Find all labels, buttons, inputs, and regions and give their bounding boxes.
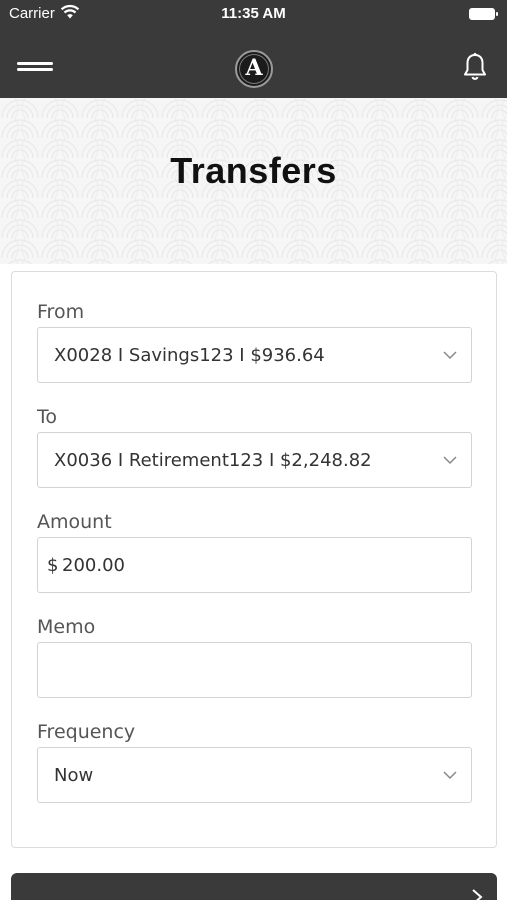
from-label: From	[37, 301, 85, 323]
frequency-value: Now	[54, 765, 94, 786]
currency-symbol: $	[47, 555, 59, 576]
status-bar: Carrier 11:35 AM	[0, 0, 507, 30]
page-title: Transfers	[170, 150, 337, 191]
from-account-value: X0028 I Savings123 I $936.64	[54, 345, 325, 366]
battery-icon	[469, 8, 498, 20]
frequency-select[interactable]: Now	[37, 747, 472, 803]
transfer-action-button[interactable]	[11, 873, 497, 900]
amount-value: 200.00	[62, 555, 125, 576]
frequency-label: Frequency	[37, 721, 136, 743]
chevron-down-icon	[443, 456, 457, 465]
from-account-select[interactable]: X0028 I Savings123 I $936.64	[37, 327, 472, 383]
chevron-down-icon	[443, 771, 457, 780]
chevron-down-icon	[443, 351, 457, 360]
page-header-banner: Transfers	[0, 98, 507, 264]
memo-label: Memo	[37, 616, 96, 638]
bell-icon[interactable]	[462, 52, 488, 82]
chevron-right-icon	[472, 889, 483, 900]
navigation-bar: A	[0, 30, 507, 98]
memo-input[interactable]	[37, 642, 472, 698]
to-account-select[interactable]: X0036 I Retirement123 I $2,248.82	[37, 432, 472, 488]
status-time: 11:35 AM	[221, 5, 286, 22]
amount-label: Amount	[37, 511, 112, 533]
to-label: To	[37, 406, 58, 428]
amount-input[interactable]: $ 200.00	[37, 537, 472, 593]
transfer-form-card: From X0028 I Savings123 I $936.64 To X00…	[11, 271, 497, 848]
hamburger-menu-icon[interactable]	[17, 60, 53, 72]
to-account-value: X0036 I Retirement123 I $2,248.82	[54, 450, 372, 471]
app-logo[interactable]: A	[235, 50, 273, 88]
